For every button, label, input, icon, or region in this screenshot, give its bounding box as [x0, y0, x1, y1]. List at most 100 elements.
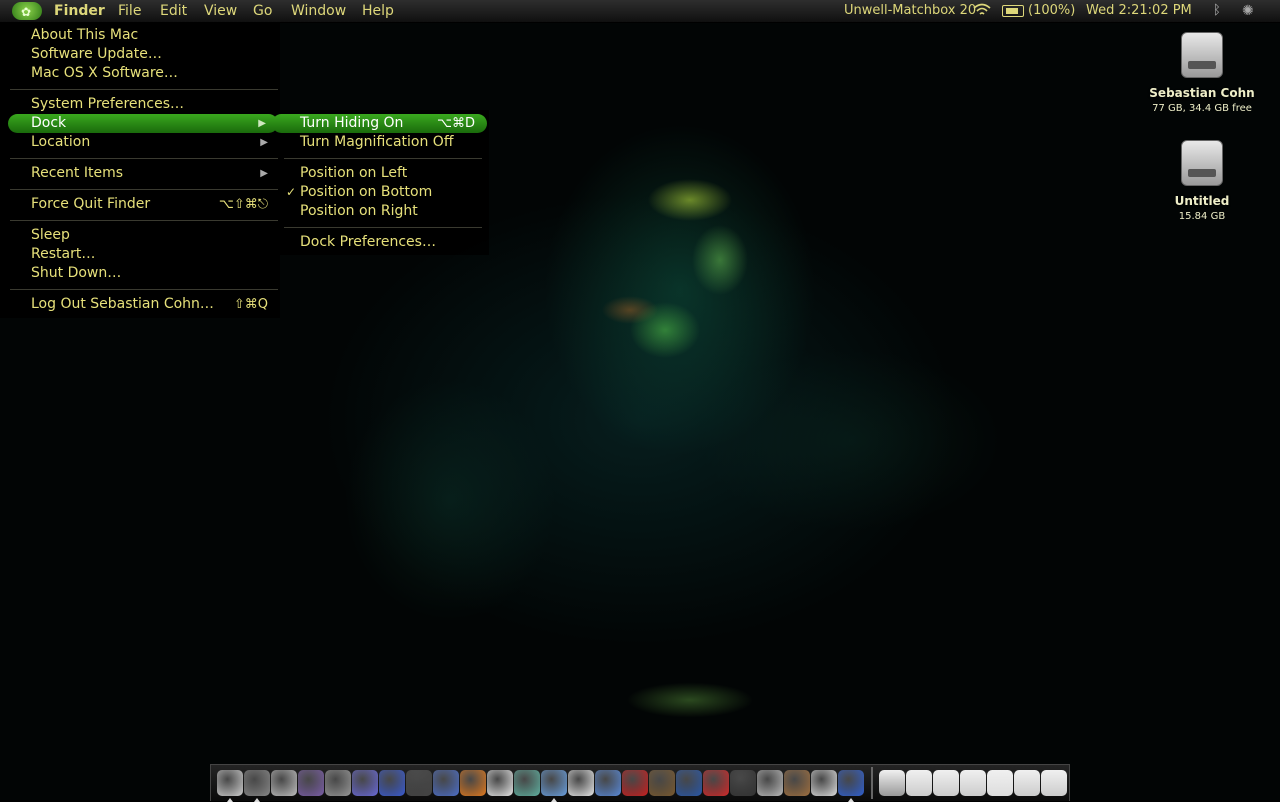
- dock-downloads-icon[interactable]: [906, 770, 932, 796]
- dock-system-preferences-icon[interactable]: [271, 770, 297, 796]
- menu-separator: [10, 220, 278, 221]
- menu-separator: [10, 89, 278, 90]
- dock-safari-icon[interactable]: [838, 770, 864, 802]
- drive-info: 77 GB, 34.4 GB free: [1152, 103, 1252, 114]
- dock-clapper-icon[interactable]: [730, 770, 756, 796]
- menu-item-label: Log Out Sebastian Cohn…: [31, 296, 214, 312]
- menu-item-force-quit[interactable]: Force Quit Finder ⌥⇧⌘⎋: [0, 195, 280, 214]
- menu-separator: [10, 158, 278, 159]
- network-name[interactable]: Unwell-Matchbox 20: [844, 0, 976, 22]
- menu-file[interactable]: File: [118, 0, 141, 22]
- menu-item-label: Sleep: [31, 227, 70, 243]
- menu-item-label: Force Quit Finder: [31, 196, 151, 212]
- apple-menu-button[interactable]: ✿: [12, 2, 42, 20]
- dock-hard-drive-icon[interactable]: [879, 770, 905, 796]
- menu-item-label: Dock: [31, 115, 67, 131]
- desktop-drive-sebastian-cohn[interactable]: Sebastian Cohn 77 GB, 34.4 GB free: [1137, 32, 1267, 114]
- menu-finder[interactable]: Finder: [54, 0, 105, 22]
- dock-no-entry-icon[interactable]: [933, 770, 959, 796]
- menu-item-restart[interactable]: Restart…: [0, 245, 280, 264]
- dock-spotlight-icon[interactable]: [325, 770, 351, 796]
- submenu-arrow-icon: ▶: [260, 137, 268, 148]
- menu-item-recent-items[interactable]: Recent Items ▶: [0, 164, 280, 183]
- bluetooth-icon[interactable]: ᛒ: [1213, 0, 1221, 22]
- dock-xcode-icon[interactable]: [352, 770, 378, 796]
- menu-item-label: Location: [31, 134, 91, 150]
- submenu-item-dock-preferences[interactable]: Dock Preferences…: [279, 233, 489, 252]
- checkmark-icon: ✓: [286, 185, 297, 199]
- menu-item-label: Dock Preferences…: [300, 234, 436, 250]
- dock-dashboard-icon[interactable]: [244, 770, 270, 802]
- menu-item-label: Restart…: [31, 246, 96, 262]
- running-indicator: [848, 798, 854, 802]
- menu-separator: [284, 227, 482, 228]
- desktop-drive-untitled[interactable]: Untitled 15.84 GB: [1137, 140, 1267, 222]
- dock-folder-icon[interactable]: [960, 770, 986, 796]
- menu-item-sleep[interactable]: Sleep: [0, 226, 280, 245]
- dock-wood-icon[interactable]: [784, 770, 810, 796]
- dock-pen-icon[interactable]: [811, 770, 837, 796]
- dock-game-icon[interactable]: [406, 770, 432, 796]
- dock-preview-icon[interactable]: [595, 770, 621, 796]
- menu-item-software-update[interactable]: Software Update…: [0, 45, 280, 64]
- submenu-item-position-bottom[interactable]: ✓ Position on Bottom: [279, 183, 489, 202]
- submenu-item-turn-magnification-off[interactable]: Turn Magnification Off: [279, 133, 489, 152]
- menu-item-location[interactable]: Location ▶: [0, 133, 280, 152]
- menu-item-label: Recent Items: [31, 165, 123, 181]
- submenu-arrow-icon: ▶: [260, 168, 268, 179]
- dock-finder-icon[interactable]: [217, 770, 243, 802]
- dock-sync-icon[interactable]: [757, 770, 783, 796]
- dock-iphoto-icon[interactable]: [649, 770, 675, 796]
- menu-item-log-out[interactable]: Log Out Sebastian Cohn… ⇧⌘Q: [0, 295, 280, 314]
- dock-photo-booth-icon[interactable]: [622, 770, 648, 796]
- submenu-arrow-icon: ▶: [258, 118, 266, 129]
- dock-pin-icon[interactable]: [703, 770, 729, 796]
- menu-window[interactable]: Window: [291, 0, 346, 22]
- wifi-icon[interactable]: [973, 3, 991, 17]
- menu-help[interactable]: Help: [362, 0, 394, 22]
- menu-item-system-preferences[interactable]: System Preferences…: [0, 95, 280, 114]
- menu-go[interactable]: Go: [253, 0, 272, 22]
- hard-drive-icon: [1181, 140, 1223, 186]
- dock-submenu: Turn Hiding On ⌥⌘D Turn Magnification Off…: [272, 110, 489, 255]
- dock-firefox-icon[interactable]: [460, 770, 486, 796]
- menu-separator: [10, 289, 278, 290]
- menu-item-mac-software[interactable]: Mac OS X Software…: [0, 64, 280, 83]
- dock-google-earth-icon[interactable]: [676, 770, 702, 796]
- menu-separator: [10, 189, 278, 190]
- menu-item-label: Shut Down…: [31, 265, 122, 281]
- menu-item-label: About This Mac: [31, 27, 139, 43]
- dock-chat-icon[interactable]: [487, 770, 513, 796]
- dock-ical-icon[interactable]: [568, 770, 594, 796]
- battery-icon[interactable]: [1002, 5, 1024, 17]
- dock-itunes-like-icon[interactable]: [298, 770, 324, 796]
- menu-item-label: Turn Hiding On: [300, 115, 404, 131]
- menu-item-shortcut: ⌥⇧⌘⎋: [218, 197, 268, 212]
- drive-name: Sebastian Cohn: [1149, 86, 1255, 100]
- submenu-item-position-right[interactable]: Position on Right: [279, 202, 489, 221]
- dock-blitzmax-icon[interactable]: [379, 770, 405, 796]
- menubar-clock[interactable]: Wed 2:21:02 PM: [1086, 0, 1192, 22]
- dock-divider: [871, 767, 873, 799]
- menu-edit[interactable]: Edit: [160, 0, 187, 22]
- menu-item-label: Position on Left: [300, 165, 408, 181]
- dock: [210, 764, 1070, 802]
- dock-unreal-icon[interactable]: [433, 770, 459, 796]
- menu-item-dock[interactable]: Dock ▶: [8, 114, 278, 133]
- menu-item-shortcut: ⌥⌘D: [437, 116, 475, 131]
- menu-view[interactable]: View: [204, 0, 237, 22]
- running-indicator: [227, 798, 233, 802]
- submenu-item-turn-hiding-on[interactable]: Turn Hiding On ⌥⌘D: [272, 114, 487, 133]
- battery-percent[interactable]: (100%): [1028, 0, 1075, 22]
- dock-calendar-doc-icon[interactable]: [1014, 770, 1040, 796]
- menu-separator: [284, 158, 482, 159]
- submenu-item-position-left[interactable]: Position on Left: [279, 164, 489, 183]
- spotlight-activity-icon[interactable]: ✺: [1242, 0, 1254, 22]
- dock-document-icon[interactable]: [987, 770, 1013, 796]
- dock-itunes-icon[interactable]: [541, 770, 567, 802]
- dock-egg-icon[interactable]: [514, 770, 540, 796]
- dock-trash-icon[interactable]: [1041, 770, 1067, 796]
- menu-item-label: Software Update…: [31, 46, 162, 62]
- menu-item-shut-down[interactable]: Shut Down…: [0, 264, 280, 283]
- menu-item-about[interactable]: About This Mac: [0, 26, 280, 45]
